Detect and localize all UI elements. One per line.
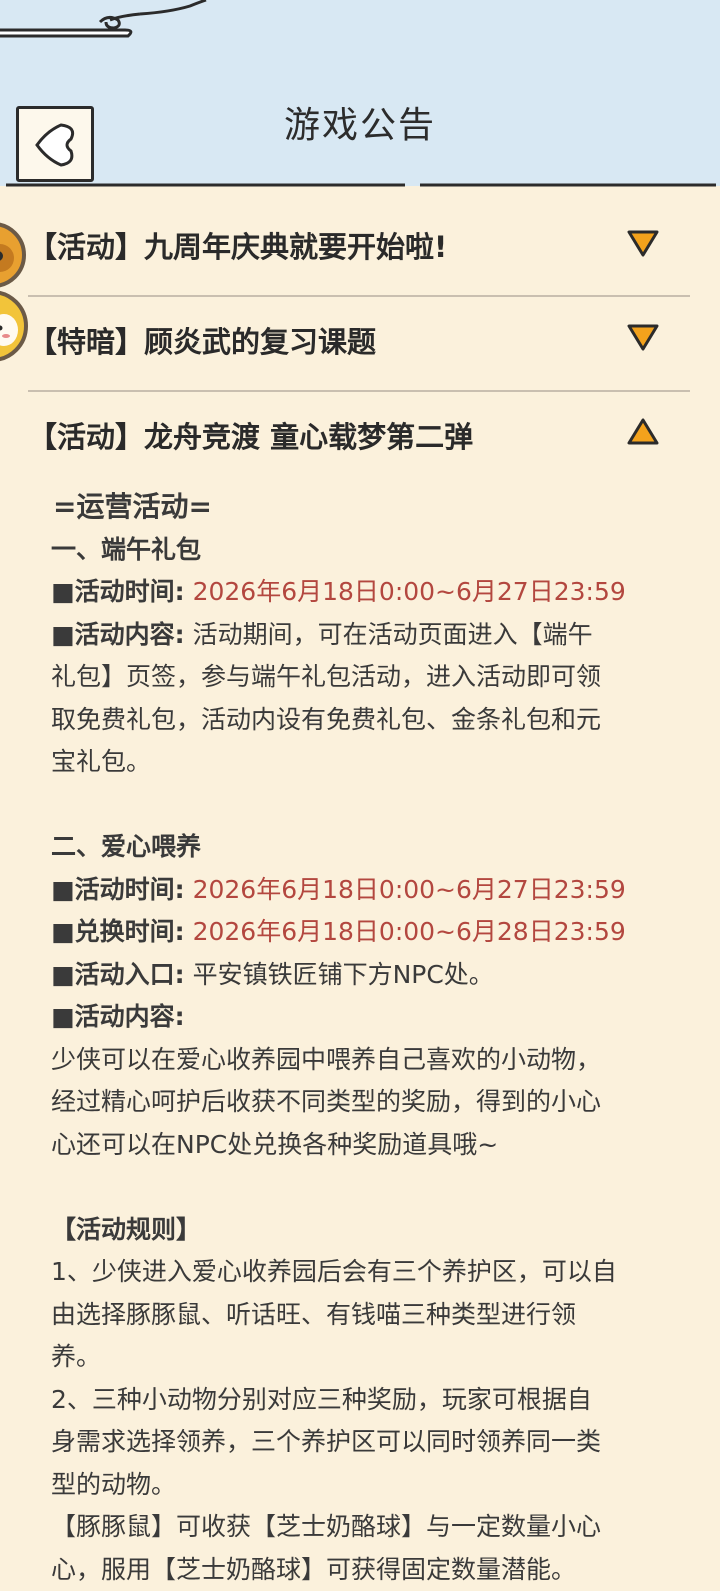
announcement-title: 【活动】龙舟竞渡 童心载梦第二弹 xyxy=(28,414,473,456)
announcement-item[interactable]: 【特暗】顾炎武的复习课题 xyxy=(0,297,720,391)
triangle-up-icon[interactable] xyxy=(626,417,660,447)
announcement-title: 【活动】九周年庆典就要开始啦! xyxy=(28,224,447,266)
text-line: 【豚豚鼠】可收获【芝士奶酪球】与一定数量小心 xyxy=(51,1506,681,1549)
info-line: ■活动时间: 2026年6月18日0:00~6月27日23:59 xyxy=(51,869,681,912)
page-title: 游戏公告 xyxy=(0,96,720,148)
header-divider xyxy=(0,183,720,187)
text-line: 礼包】页签，参与端午礼包活动，进入活动即可领 xyxy=(51,656,681,699)
content-main-heading: =运营活动= xyxy=(53,486,681,529)
info-label: ■活动入口: xyxy=(51,960,185,989)
announcement-content: =运营活动= 一、端午礼包 ■活动时间: 2026年6月18日0:00~6月27… xyxy=(51,486,681,1591)
text-line: 宝礼包。 xyxy=(51,741,681,784)
announcement-item-expanded[interactable]: 【活动】龙舟竞渡 童心载梦第二弹 xyxy=(0,392,720,476)
announcement-item[interactable]: 【活动】九周年庆典就要开始啦! xyxy=(0,200,720,296)
announcement-title: 【特暗】顾炎武的复习课题 xyxy=(28,319,376,361)
text-line: 取免费礼包，活动内设有免费礼包、金条礼包和元 xyxy=(51,699,681,742)
text-line: 少侠可以在爱心收养园中喂养自己喜欢的小动物， xyxy=(51,1039,681,1082)
header-bar: 游戏公告 xyxy=(0,0,720,186)
info-value: 2026年6月18日0:00~6月27日23:59 xyxy=(185,577,626,606)
info-line: ■兑换时间: 2026年6月18日0:00~6月28日23:59 xyxy=(51,911,681,954)
text-line: 心，服用【芝士奶酪球】可获得固定数量潜能。 xyxy=(51,1549,681,1591)
info-value: 平安镇铁匠铺下方NPC处。 xyxy=(185,960,494,989)
spacer xyxy=(51,1166,681,1209)
text-line: 心还可以在NPC处兑换各种奖励道具哦~ xyxy=(51,1124,681,1167)
rules-heading: 【活动规则】 xyxy=(51,1209,681,1252)
info-label: ■兑换时间: xyxy=(51,917,185,946)
text-line: 1、少侠进入爱心收养园后会有三个养护区，可以自 xyxy=(51,1251,681,1294)
info-label: ■活动内容: xyxy=(51,996,681,1039)
info-line: ■活动入口: 平安镇铁匠铺下方NPC处。 xyxy=(51,954,681,997)
text-line: 由选择豚豚鼠、听话旺、有钱喵三种类型进行领 xyxy=(51,1294,681,1337)
text-line: 养。 xyxy=(51,1336,681,1379)
text-line: 身需求选择领养，三个养护区可以同时领养同一类 xyxy=(51,1421,681,1464)
triangle-down-icon[interactable] xyxy=(626,228,660,258)
info-line: ■活动时间: 2026年6月18日0:00~6月27日23:59 xyxy=(51,571,681,614)
info-line: ■活动内容: 活动期间，可在活动页面进入【端午 xyxy=(51,614,681,657)
info-value: 2026年6月18日0:00~6月27日23:59 xyxy=(185,875,626,904)
info-label: ■活动时间: xyxy=(51,875,185,904)
text-line: 2、三种小动物分别对应三种奖励，玩家可根据自 xyxy=(51,1379,681,1422)
section-heading: 一、端午礼包 xyxy=(51,529,681,572)
info-label: ■活动内容: xyxy=(51,620,185,649)
spacer xyxy=(51,784,681,827)
info-label: ■活动时间: xyxy=(51,577,185,606)
text-line: 经过精心呵护后收获不同类型的奖励，得到的小心 xyxy=(51,1081,681,1124)
text-line: 型的动物。 xyxy=(51,1464,681,1507)
cloud-decoration-icon xyxy=(0,0,220,42)
info-value: 2026年6月18日0:00~6月28日23:59 xyxy=(185,917,626,946)
info-value: 活动期间，可在活动页面进入【端午 xyxy=(185,620,593,649)
section-heading: 二、爱心喂养 xyxy=(51,826,681,869)
triangle-down-icon[interactable] xyxy=(626,322,660,352)
